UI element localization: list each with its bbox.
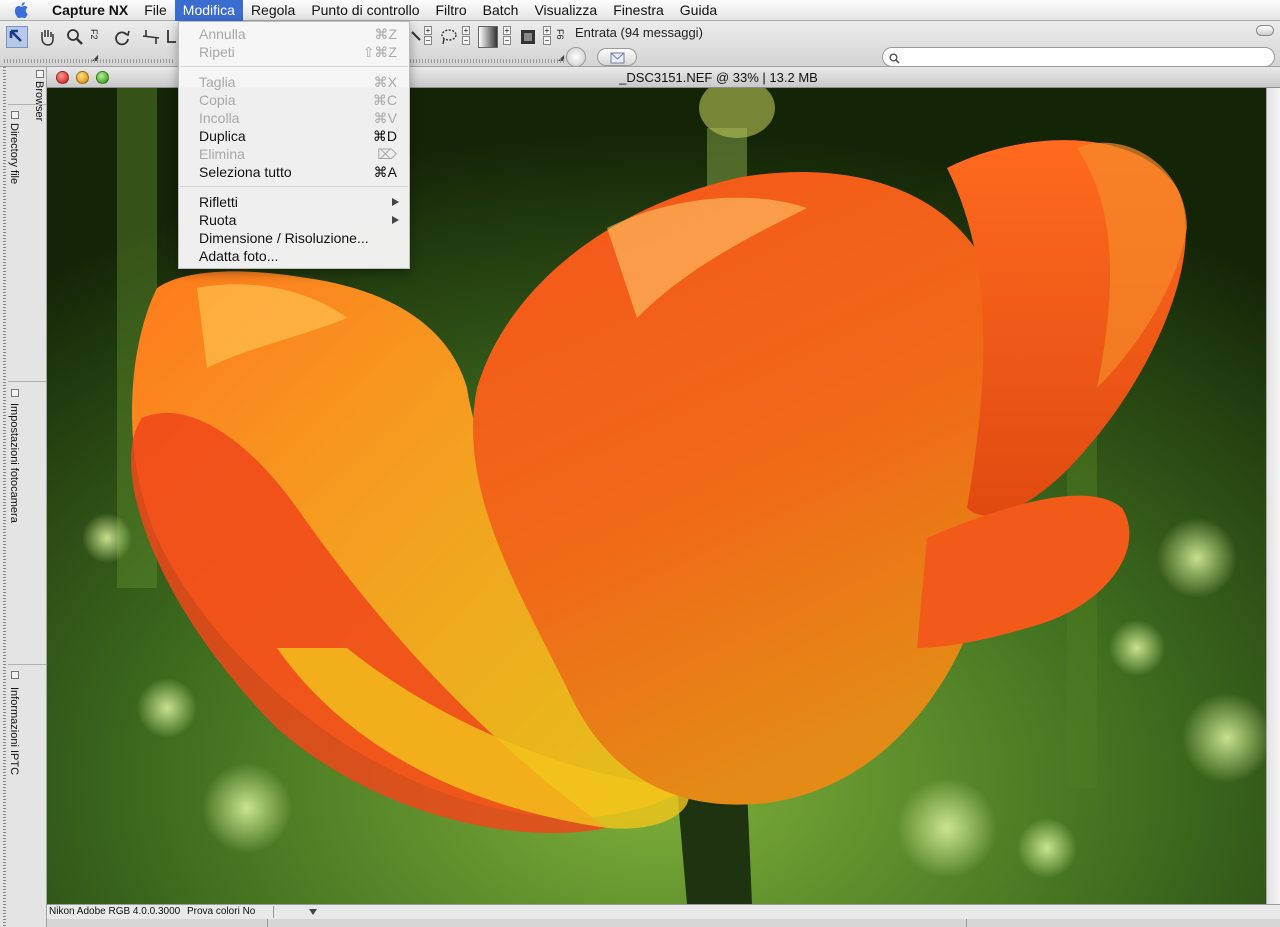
nav-left-button[interactable] bbox=[566, 47, 586, 67]
menu-app-name[interactable]: Capture NX bbox=[44, 0, 136, 21]
straighten-tool-icon[interactable] bbox=[140, 26, 162, 48]
gradient-tool-icon[interactable] bbox=[478, 26, 498, 48]
fill-stepper[interactable]: + − bbox=[543, 26, 551, 46]
menu-item-ripeti[interactable]: Ripeti ⇧⌘Z bbox=[179, 43, 409, 61]
brush-size-stepper-2[interactable]: + − bbox=[462, 26, 470, 46]
rotate-tool-icon[interactable] bbox=[111, 26, 133, 48]
search-input[interactable] bbox=[905, 50, 1265, 64]
submenu-arrow-icon bbox=[392, 216, 399, 224]
menu-filtro[interactable]: Filtro bbox=[428, 0, 475, 21]
camera-palette-toggle[interactable] bbox=[11, 389, 19, 397]
menu-item-ruota[interactable]: Ruota bbox=[179, 211, 409, 229]
toolbar-grip-right bbox=[410, 59, 565, 63]
menu-item-taglia[interactable]: Taglia ⌘X bbox=[179, 73, 409, 91]
menu-punto-di-controllo[interactable]: Punto di controllo bbox=[303, 0, 427, 21]
toolbar-toggle-button[interactable] bbox=[1256, 25, 1274, 36]
soft-proof-label: Prova colori No bbox=[187, 906, 256, 917]
search-field[interactable] bbox=[882, 47, 1275, 67]
menu-item-seleziona-tutto[interactable]: Seleziona tutto ⌘A bbox=[179, 163, 409, 181]
menu-item-dimensione-risoluzione[interactable]: Dimensione / Risoluzione... bbox=[179, 229, 409, 247]
palette-tab-iptc[interactable]: Informazioni IPTC bbox=[8, 687, 20, 775]
palette-separator bbox=[8, 104, 46, 105]
toolbar-fkey-f6: F6 bbox=[555, 29, 565, 40]
palette-tab-directory[interactable]: Directory file bbox=[8, 123, 20, 184]
menu-finestra[interactable]: Finestra bbox=[605, 0, 672, 21]
menu-item-copia[interactable]: Copia ⌘C bbox=[179, 91, 409, 109]
menu-modifica[interactable]: Modifica bbox=[174, 0, 243, 21]
inbox-status: Entrata (94 messaggi) bbox=[575, 25, 703, 40]
zoom-tool-icon[interactable] bbox=[64, 26, 86, 48]
menu-item-annulla[interactable]: Annulla ⌘Z bbox=[179, 25, 409, 43]
menu-visualizza[interactable]: Visualizza bbox=[526, 0, 605, 21]
menu-guida[interactable]: Guida bbox=[672, 0, 725, 21]
brush-size-stepper-1[interactable]: + − bbox=[424, 26, 432, 46]
palette-tab-camera-settings[interactable]: Impostazioni fotocamera bbox=[8, 403, 20, 523]
directory-palette-toggle[interactable] bbox=[11, 111, 19, 119]
menu-item-elimina[interactable]: Elimina ⌦ bbox=[179, 145, 409, 163]
delete-key-icon: ⌦ bbox=[377, 146, 397, 162]
gradient-stepper[interactable]: + − bbox=[503, 26, 511, 46]
menu-item-adatta-foto[interactable]: Adatta foto... bbox=[179, 247, 409, 265]
status-dropdown-icon[interactable] bbox=[306, 906, 320, 918]
browser-palette-toggle[interactable] bbox=[36, 70, 44, 78]
menu-bar: Capture NX File Modifica Regola Punto di… bbox=[0, 0, 1280, 21]
apple-menu-icon[interactable] bbox=[14, 0, 36, 21]
search-icon bbox=[889, 52, 900, 64]
bottom-strip bbox=[47, 919, 1280, 927]
fill-remove-tool-icon[interactable] bbox=[518, 26, 538, 48]
palette-separator bbox=[8, 381, 46, 382]
vertical-scrollbar[interactable] bbox=[1266, 88, 1280, 904]
menu-batch[interactable]: Batch bbox=[475, 0, 527, 21]
iptc-palette-toggle[interactable] bbox=[11, 671, 19, 679]
menu-file[interactable]: File bbox=[136, 0, 175, 21]
hand-tool-icon[interactable] bbox=[36, 26, 58, 48]
menu-item-incolla[interactable]: Incolla ⌘V bbox=[179, 109, 409, 127]
crop-tool-icon[interactable] bbox=[164, 26, 176, 48]
palette-grip[interactable] bbox=[3, 67, 6, 927]
palette-tab-browser[interactable]: Browser bbox=[33, 81, 45, 121]
menu-separator bbox=[180, 66, 408, 67]
edit-menu-dropdown: Annulla ⌘Z Ripeti ⇧⌘Z Taglia ⌘X Copia ⌘C… bbox=[178, 21, 410, 269]
palette-strip: Browser Directory file Impostazioni foto… bbox=[0, 67, 47, 927]
palette-separator bbox=[8, 664, 46, 665]
menu-item-duplica[interactable]: Duplica ⌘D bbox=[179, 127, 409, 145]
bottom-divider bbox=[267, 919, 967, 927]
menu-separator bbox=[180, 186, 408, 187]
mail-button[interactable] bbox=[597, 48, 637, 66]
toolbar-fkey-f2: F2 bbox=[89, 29, 99, 40]
selection-lasso-icon[interactable] bbox=[438, 26, 460, 48]
submenu-arrow-icon bbox=[392, 198, 399, 206]
status-bar: Nikon Adobe RGB 4.0.0.3000 Prova colori … bbox=[47, 904, 1280, 919]
toolbar-grip-left bbox=[4, 59, 174, 63]
menu-item-rifletti[interactable]: Rifletti bbox=[179, 193, 409, 211]
direct-selection-tool-icon[interactable] bbox=[6, 26, 28, 48]
menu-regola[interactable]: Regola bbox=[243, 0, 303, 21]
